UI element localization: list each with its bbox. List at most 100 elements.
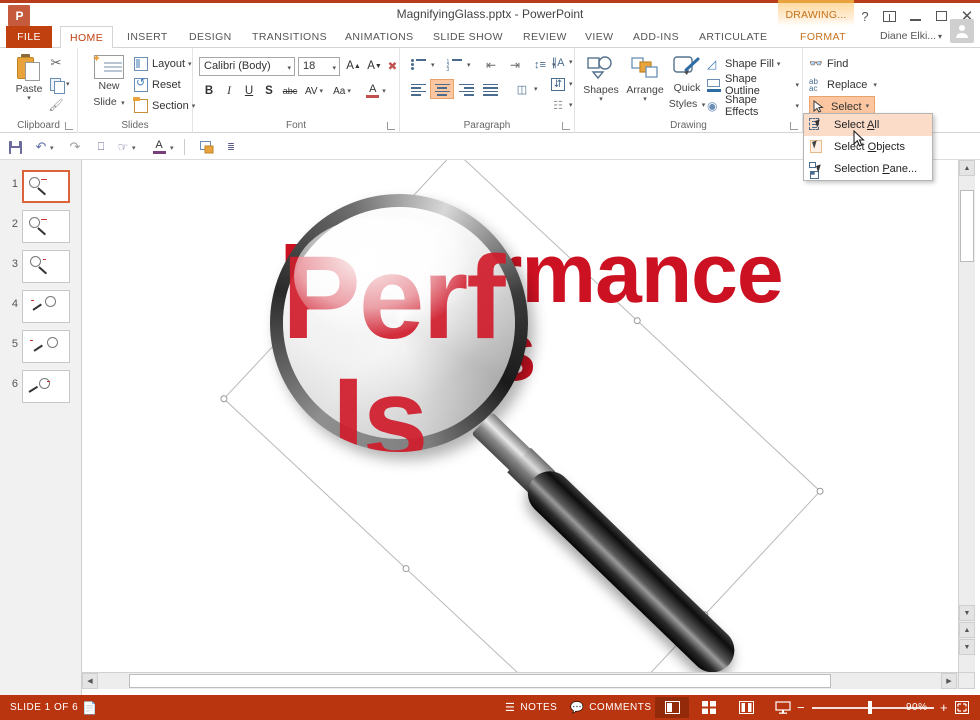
touch-mode-caret-icon[interactable]: ▾	[132, 144, 136, 152]
clipboard-dialog-launcher[interactable]	[65, 121, 74, 130]
decrease-indent-button[interactable]: ⇤	[480, 55, 502, 75]
minimize-icon[interactable]	[902, 6, 928, 26]
layout-button[interactable]: Layout ▾	[134, 54, 192, 74]
zoom-out-button[interactable]: −	[797, 695, 805, 720]
align-center-button[interactable]	[430, 79, 454, 99]
shapes-button[interactable]: Shapes ▾	[579, 52, 623, 114]
text-direction-button[interactable]: ∥A	[546, 52, 570, 72]
slide-thumbnail-1[interactable]: ▬▬	[22, 170, 70, 203]
save-button[interactable]	[4, 137, 26, 157]
scroll-left-button[interactable]: ◀	[82, 673, 98, 689]
shape-fill-button[interactable]: ◿ Shape Fill ▾	[707, 54, 799, 74]
vertical-scrollbar[interactable]: ▲ ▼ ▲ ▼	[958, 160, 975, 672]
undo-caret-icon[interactable]: ▾	[50, 144, 54, 152]
language-icon[interactable]: 📄	[82, 695, 97, 720]
scroll-right-button[interactable]: ▶	[941, 673, 957, 689]
menu-item-select-all[interactable]: Select All	[804, 114, 932, 136]
font-size-input[interactable]: 18 ▾	[298, 57, 340, 76]
resize-handle-top-right[interactable]	[815, 486, 826, 497]
touch-mode-button[interactable]: ☞	[112, 137, 134, 157]
zoom-in-button[interactable]: +	[940, 695, 948, 720]
slide-thumbnail-3[interactable]: ▬	[22, 250, 70, 283]
change-case-button[interactable]: Aa ▾	[329, 81, 355, 101]
menu-item-select-objects[interactable]: Select Objects	[804, 136, 932, 158]
slide-counter[interactable]: SLIDE 1 OF 6	[10, 695, 78, 720]
help-icon[interactable]: ?	[852, 6, 878, 26]
shape-outline-button[interactable]: Shape Outline ▾	[707, 73, 799, 97]
tab-design[interactable]: DESIGN	[180, 26, 241, 48]
clear-formatting-button[interactable]: ✖	[385, 56, 400, 76]
tab-transitions[interactable]: TRANSITIONS	[243, 26, 336, 48]
slide-surface[interactable]: Performance Issues Perf Is	[82, 160, 955, 672]
normal-view-button[interactable]	[655, 697, 689, 718]
font-size-caret-icon[interactable]: ▾	[332, 64, 336, 72]
format-painter-button[interactable]: 🖌	[45, 95, 67, 115]
scroll-up-button[interactable]: ▲	[959, 160, 975, 176]
tab-format[interactable]: FORMAT	[791, 26, 855, 48]
tab-review[interactable]: REVIEW	[514, 26, 576, 48]
convert-to-smartart-button[interactable]: ☷	[546, 95, 570, 115]
comments-button[interactable]: 💬 COMMENTS	[570, 695, 652, 720]
paste-button[interactable]: Paste ▾	[8, 52, 50, 114]
find-button[interactable]: 👓 Find	[809, 54, 889, 74]
horizontal-scrollbar[interactable]: ◀ ▶	[82, 672, 958, 689]
user-account-name[interactable]: Diane Elki...	[880, 25, 936, 47]
slide-thumbnail-5[interactable]: ▬	[22, 330, 70, 363]
vertical-scroll-thumb[interactable]	[960, 190, 974, 262]
slide-thumbnail-4[interactable]: ▬	[22, 290, 70, 323]
start-presentation-button[interactable]: ⎕	[90, 137, 112, 157]
list-item[interactable]: 2 ▬▬	[0, 206, 81, 246]
columns-button[interactable]: ◫	[510, 79, 534, 99]
copy-button[interactable]	[45, 74, 67, 94]
undo-button[interactable]: ↶	[30, 137, 52, 157]
decrease-font-size-button[interactable]: A ▼	[364, 56, 385, 76]
columns-caret-icon[interactable]: ▾	[534, 85, 538, 93]
align-right-button[interactable]	[454, 79, 478, 99]
new-slide-qat-button[interactable]	[196, 137, 218, 157]
font-dialog-launcher[interactable]	[387, 121, 396, 130]
text-direction-caret-icon[interactable]: ▾	[569, 58, 573, 66]
list-item[interactable]: 3 ▬	[0, 246, 81, 286]
user-account-caret-icon[interactable]: ▾	[938, 25, 943, 47]
list-item[interactable]: 1 ▬▬	[0, 166, 81, 206]
tab-add-ins[interactable]: ADD-INS	[624, 26, 688, 48]
slideshow-button[interactable]	[766, 697, 800, 718]
tab-file[interactable]: FILE	[6, 26, 52, 48]
italic-button[interactable]: I	[219, 81, 239, 101]
tab-insert[interactable]: INSERT	[118, 26, 177, 48]
font-name-input[interactable]: Calibri (Body) ▾	[199, 57, 295, 76]
replace-button[interactable]: ab ac Replace ▾	[809, 75, 889, 95]
scroll-down-button[interactable]: ▼	[959, 605, 975, 621]
magnifying-glass-image[interactable]: Performance Issues Perf Is	[182, 180, 784, 672]
quick-styles-button[interactable]: Quick Styles ▾	[665, 52, 709, 114]
slide-thumbnail-2[interactable]: ▬▬	[22, 210, 70, 243]
tab-slide-show[interactable]: SLIDE SHOW	[424, 26, 512, 48]
text-shadow-button[interactable]: S	[259, 81, 279, 101]
section-button[interactable]: Section ▾	[133, 96, 195, 116]
next-slide-button[interactable]: ▼	[959, 639, 975, 655]
previous-slide-button[interactable]: ▲	[959, 622, 975, 638]
increase-font-size-button[interactable]: A ▲	[343, 56, 364, 76]
notes-button[interactable]: ☰ NOTES	[505, 695, 557, 720]
smartart-caret-icon[interactable]: ▾	[569, 101, 573, 109]
underline-button[interactable]: U	[239, 81, 259, 101]
bold-button[interactable]: B	[199, 81, 219, 101]
tab-view[interactable]: VIEW	[576, 26, 622, 48]
slide-sorter-button[interactable]	[692, 697, 726, 718]
slide-canvas[interactable]: Performance Issues Perf Is	[82, 160, 955, 672]
tab-home[interactable]: HOME	[60, 26, 114, 49]
paragraph-dialog-launcher[interactable]	[562, 121, 571, 130]
font-name-caret-icon[interactable]: ▾	[287, 64, 291, 72]
increase-indent-button[interactable]: ⇥	[504, 55, 526, 75]
arrange-button[interactable]: Arrange ▾	[623, 52, 667, 114]
align-left-button[interactable]	[406, 79, 430, 99]
numbering-button[interactable]: 123	[442, 55, 466, 75]
reset-button[interactable]: Reset	[134, 75, 192, 95]
bullets-caret-icon[interactable]: ▾	[431, 61, 435, 69]
tab-animations[interactable]: ANIMATIONS	[336, 26, 423, 48]
redo-button[interactable]: ↷	[64, 137, 86, 157]
bullets-button[interactable]	[406, 55, 430, 75]
slide-thumbnail-6[interactable]: ▬	[22, 370, 70, 403]
zoom-slider-thumb[interactable]	[868, 701, 872, 714]
cut-button[interactable]: ✂	[45, 53, 67, 73]
